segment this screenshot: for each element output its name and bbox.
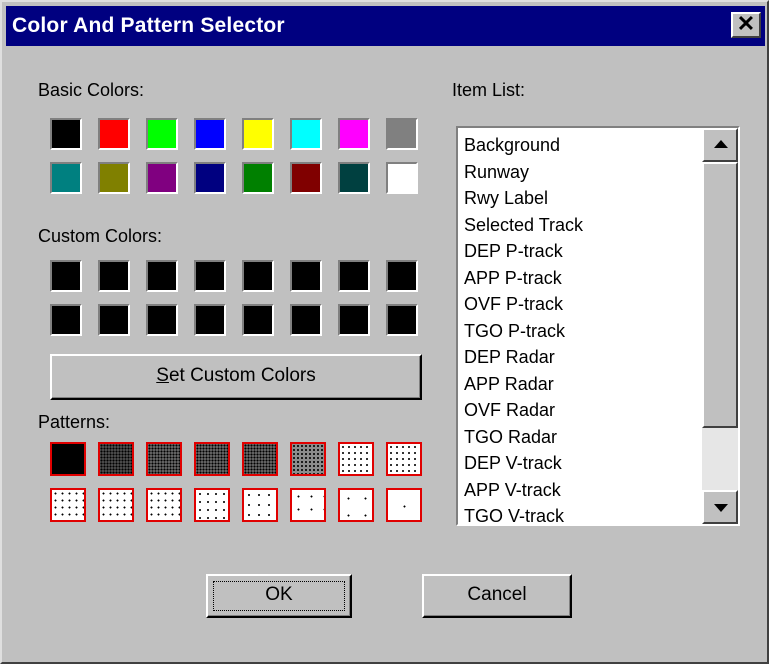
- basic-color-swatch[interactable]: [242, 162, 274, 194]
- list-item[interactable]: APP Radar: [464, 371, 700, 398]
- pattern-swatch[interactable]: [146, 488, 182, 522]
- pattern-swatch[interactable]: [242, 442, 278, 476]
- list-item[interactable]: OVF Radar: [464, 397, 700, 424]
- custom-color-swatch[interactable]: [50, 304, 82, 336]
- custom-color-swatch[interactable]: [338, 304, 370, 336]
- ok-focus-ring: [213, 581, 345, 611]
- close-button[interactable]: ✕: [731, 12, 761, 38]
- custom-color-swatch[interactable]: [386, 260, 418, 292]
- item-list-scrollbar[interactable]: [702, 128, 738, 524]
- custom-color-swatch[interactable]: [194, 304, 226, 336]
- custom-color-swatch[interactable]: [50, 260, 82, 292]
- pattern-swatch[interactable]: [386, 442, 422, 476]
- basic-color-swatch[interactable]: [386, 162, 418, 194]
- window-title: Color And Pattern Selector: [12, 14, 285, 37]
- pattern-swatch[interactable]: [290, 442, 326, 476]
- basic-colors-label: Basic Colors:: [38, 80, 145, 100]
- set-custom-colors-button[interactable]: Set Custom Colors: [50, 354, 422, 400]
- cancel-button[interactable]: Cancel: [422, 574, 572, 618]
- custom-color-swatch[interactable]: [290, 304, 322, 336]
- basic-color-swatch[interactable]: [50, 118, 82, 150]
- set-custom-colors-mnemonic: S: [156, 365, 169, 386]
- ok-button[interactable]: OK: [206, 574, 352, 618]
- list-item[interactable]: Selected Track: [464, 212, 700, 239]
- basic-color-swatch[interactable]: [290, 118, 322, 150]
- pattern-swatch[interactable]: [146, 442, 182, 476]
- custom-colors-label: Custom Colors:: [38, 226, 163, 246]
- arrow-down-icon: [714, 504, 728, 512]
- custom-color-swatch[interactable]: [242, 260, 274, 292]
- pattern-swatch[interactable]: [194, 488, 230, 522]
- cancel-button-label: Cancel: [467, 584, 527, 605]
- list-item[interactable]: DEP P-track: [464, 238, 700, 265]
- custom-color-swatch[interactable]: [194, 260, 226, 292]
- scroll-down-button[interactable]: [702, 490, 738, 524]
- item-list-items: Background Runway Rwy Label Selected Track D…: [464, 132, 700, 524]
- basic-color-swatch[interactable]: [98, 118, 130, 150]
- arrow-up-icon: [714, 140, 728, 148]
- pattern-swatch[interactable]: [242, 488, 278, 522]
- basic-color-swatch[interactable]: [338, 162, 370, 194]
- custom-color-swatch[interactable]: [98, 260, 130, 292]
- list-item[interactable]: Runway: [464, 159, 700, 186]
- list-item[interactable]: TGO V-track: [464, 503, 700, 524]
- basic-color-swatch[interactable]: [386, 118, 418, 150]
- list-item[interactable]: TGO P-track: [464, 318, 700, 345]
- custom-color-swatch[interactable]: [386, 304, 418, 336]
- pattern-swatch[interactable]: [386, 488, 422, 522]
- scroll-up-button[interactable]: [702, 128, 738, 162]
- pattern-swatch[interactable]: [290, 488, 326, 522]
- list-item[interactable]: DEP Radar: [464, 344, 700, 371]
- item-listbox[interactable]: Background Runway Rwy Label Selected Track D…: [456, 126, 740, 526]
- pattern-swatch[interactable]: [98, 488, 134, 522]
- custom-color-swatch[interactable]: [242, 304, 274, 336]
- basic-color-swatch[interactable]: [98, 162, 130, 194]
- close-icon: ✕: [736, 11, 756, 36]
- basic-color-swatch[interactable]: [194, 118, 226, 150]
- basic-color-swatch[interactable]: [194, 162, 226, 194]
- custom-color-swatch[interactable]: [338, 260, 370, 292]
- custom-color-swatch[interactable]: [146, 260, 178, 292]
- list-item[interactable]: Rwy Label: [464, 185, 700, 212]
- pattern-swatch[interactable]: [338, 488, 374, 522]
- custom-color-swatch[interactable]: [146, 304, 178, 336]
- list-item[interactable]: Background: [464, 132, 700, 159]
- basic-color-swatch[interactable]: [146, 118, 178, 150]
- scroll-thumb[interactable]: [702, 162, 738, 428]
- pattern-swatch[interactable]: [194, 442, 230, 476]
- list-item[interactable]: OVF P-track: [464, 291, 700, 318]
- custom-color-swatch[interactable]: [98, 304, 130, 336]
- list-item[interactable]: APP P-track: [464, 265, 700, 292]
- basic-color-swatch[interactable]: [146, 162, 178, 194]
- basic-color-swatch[interactable]: [338, 118, 370, 150]
- pattern-swatch[interactable]: [338, 442, 374, 476]
- list-item[interactable]: DEP V-track: [464, 450, 700, 477]
- list-item[interactable]: TGO Radar: [464, 424, 700, 451]
- set-custom-colors-label: et Custom Colors: [168, 365, 316, 386]
- basic-color-swatch[interactable]: [242, 118, 274, 150]
- pattern-swatch[interactable]: [98, 442, 134, 476]
- custom-color-swatch[interactable]: [290, 260, 322, 292]
- title-bar[interactable]: Color And Pattern Selector ✕: [6, 6, 765, 46]
- pattern-swatch[interactable]: [50, 488, 86, 522]
- basic-color-swatch[interactable]: [50, 162, 82, 194]
- color-pattern-dialog: Color And Pattern Selector ✕ Basic Color…: [0, 0, 769, 664]
- item-list-label: Item List:: [452, 80, 526, 100]
- patterns-label: Patterns:: [38, 412, 111, 432]
- basic-color-swatch[interactable]: [290, 162, 322, 194]
- list-item[interactable]: APP V-track: [464, 477, 700, 504]
- pattern-swatch[interactable]: [50, 442, 86, 476]
